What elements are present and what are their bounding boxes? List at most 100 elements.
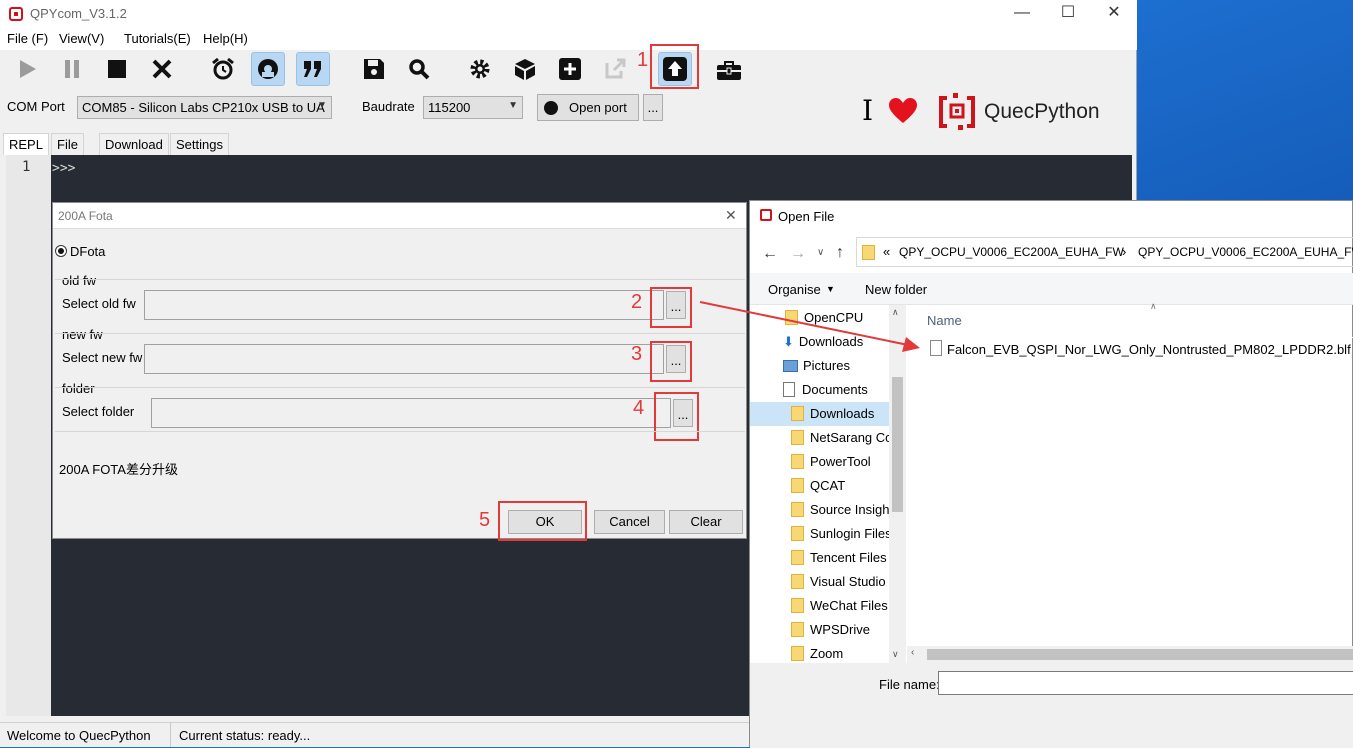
app-logo-icon: [9, 7, 23, 21]
folder-input[interactable]: [151, 398, 671, 428]
back-icon[interactable]: ←: [762, 245, 778, 263]
menu-help[interactable]: Help(H): [203, 31, 248, 46]
minimize-button[interactable]: —: [999, 0, 1045, 28]
nav-item-sunlogin[interactable]: Sunlogin Files: [791, 526, 892, 541]
cube-icon: [515, 59, 535, 80]
toolbox-icon: [717, 61, 741, 80]
hscrollbar-thumb[interactable]: [927, 649, 1353, 660]
annotation-4: 4: [633, 397, 645, 419]
radio-dot-icon: [58, 248, 64, 254]
pause-button[interactable]: [55, 52, 89, 86]
tab-repl[interactable]: REPL: [3, 133, 49, 155]
filename-area: File name:: [750, 663, 1353, 748]
open-port-label: Open port: [569, 100, 627, 115]
com-port-label: COM Port: [7, 99, 65, 114]
tab-file[interactable]: File: [51, 133, 84, 155]
save-icon: [364, 59, 384, 79]
close-icon: [152, 59, 172, 79]
com-port-select[interactable]: COM85 - Silicon Labs CP210x USB to UA ▼: [77, 96, 332, 119]
highlight-box-2: [650, 287, 692, 328]
port-more-button[interactable]: ...: [643, 94, 663, 121]
nav-item-wpsdrive[interactable]: WPSDrive: [791, 622, 870, 637]
alarm-button[interactable]: [206, 52, 240, 86]
new-fw-input[interactable]: [144, 344, 664, 374]
open-port-button[interactable]: Open port: [537, 94, 639, 121]
external-link-icon: [605, 58, 626, 79]
export-button[interactable]: [598, 52, 632, 86]
up-icon[interactable]: ↑: [836, 244, 844, 262]
folder-icon: [791, 598, 804, 613]
nav-item-tencent[interactable]: Tencent Files: [791, 550, 887, 565]
download-circle-icon: [258, 59, 278, 79]
run-button[interactable]: [10, 52, 44, 86]
clear-button[interactable]: Clear: [669, 510, 743, 534]
nav-item-pictures[interactable]: Pictures: [783, 358, 850, 373]
settings-button[interactable]: [463, 52, 497, 86]
folder-icon: [791, 502, 804, 517]
old-fw-input[interactable]: [144, 290, 664, 320]
status-welcome: Welcome to QuecPython: [7, 728, 151, 743]
folder-label: Select folder: [62, 404, 135, 419]
filename-label: File name:: [879, 677, 940, 692]
nav-item-wechat[interactable]: WeChat Files: [791, 598, 888, 613]
close-button[interactable]: ✕: [1091, 0, 1137, 28]
old-fw-group: old fw: [62, 273, 96, 288]
fota-dialog-close-button[interactable]: ✕: [725, 207, 737, 224]
ok-button[interactable]: OK: [508, 510, 582, 534]
brand-name: QuecPython: [984, 100, 1100, 123]
stop-button[interactable]: [100, 52, 134, 86]
run-icon: [20, 60, 36, 78]
scroll-left-icon[interactable]: ‹: [911, 647, 914, 658]
breadcrumb-prefix: «: [883, 244, 891, 259]
breadcrumb-path-1[interactable]: QPY_OCPU_V0006_EC200A_EUHA_FW: [899, 245, 1124, 259]
chevron-down-icon[interactable]: ∨: [817, 247, 824, 258]
download-mode-button[interactable]: [251, 52, 285, 86]
repl-prompt: >>>: [52, 161, 76, 176]
nav-item-visual-studio[interactable]: Visual Studio: [791, 574, 886, 589]
nav-item-powertool[interactable]: PowerTool: [791, 454, 871, 469]
file-item-blf[interactable]: Falcon_EVB_QSPI_Nor_LWG_Only_Nontrusted_…: [947, 342, 1351, 357]
file-list-hscrollbar[interactable]: ‹: [907, 646, 1353, 663]
annotation-arrow-icon: [699, 301, 920, 352]
nav-item-qcat[interactable]: QCAT: [791, 478, 845, 493]
scroll-down-icon[interactable]: ∨: [892, 649, 899, 660]
folder-icon: [791, 526, 804, 541]
fota-upgrade-button[interactable]: [658, 52, 692, 86]
forward-icon[interactable]: →: [790, 245, 806, 263]
column-name-header[interactable]: Name: [927, 313, 962, 328]
package-button[interactable]: [508, 52, 542, 86]
window-title: QPYcom_V3.1.2: [30, 6, 127, 21]
quote-icon: [304, 61, 321, 77]
menu-tutorials[interactable]: Tutorials(E): [124, 31, 191, 46]
nav-item-downloads[interactable]: Downloads: [791, 406, 874, 421]
maximize-button[interactable]: ☐: [1045, 0, 1091, 28]
status-current: Current status: ready...: [179, 728, 311, 743]
com-port-value: COM85 - Silicon Labs CP210x USB to UA: [82, 100, 325, 115]
close-serial-button[interactable]: [145, 52, 179, 86]
tab-settings[interactable]: Settings: [170, 133, 229, 155]
nav-item-source-insight[interactable]: Source Insigh: [791, 502, 890, 517]
breadcrumb-path-2[interactable]: QPY_OCPU_V0006_EC200A_EUHA_FW: [1138, 245, 1353, 259]
search-button[interactable]: [402, 52, 436, 86]
alarm-icon: [212, 57, 234, 80]
tab-download[interactable]: Download: [99, 133, 169, 155]
chevron-down-icon: ▼: [317, 100, 327, 111]
nav-item-zoom[interactable]: Zoom: [791, 646, 843, 661]
add-button[interactable]: [553, 52, 587, 86]
address-bar[interactable]: « QPY_OCPU_V0006_EC200A_EUHA_FW › QPY_OC…: [856, 237, 1353, 267]
nav-item-documents[interactable]: Documents: [783, 382, 868, 397]
menu-file[interactable]: File (F): [7, 31, 48, 46]
toolbox-button[interactable]: [712, 52, 746, 86]
stop-icon: [108, 60, 126, 78]
document-icon: [783, 382, 795, 397]
quote-button[interactable]: [296, 52, 330, 86]
baudrate-select[interactable]: 115200 ▼: [423, 96, 523, 119]
nav-item-netsarang[interactable]: NetSarang Co: [791, 430, 892, 445]
menu-view[interactable]: View(V): [59, 31, 104, 46]
nav-scrollbar-thumb[interactable]: [892, 377, 903, 512]
dfota-radio[interactable]: [55, 245, 67, 257]
folder-icon: [791, 430, 804, 445]
filename-input[interactable]: [938, 671, 1353, 695]
cancel-button[interactable]: Cancel: [594, 510, 665, 534]
save-button[interactable]: [357, 52, 391, 86]
